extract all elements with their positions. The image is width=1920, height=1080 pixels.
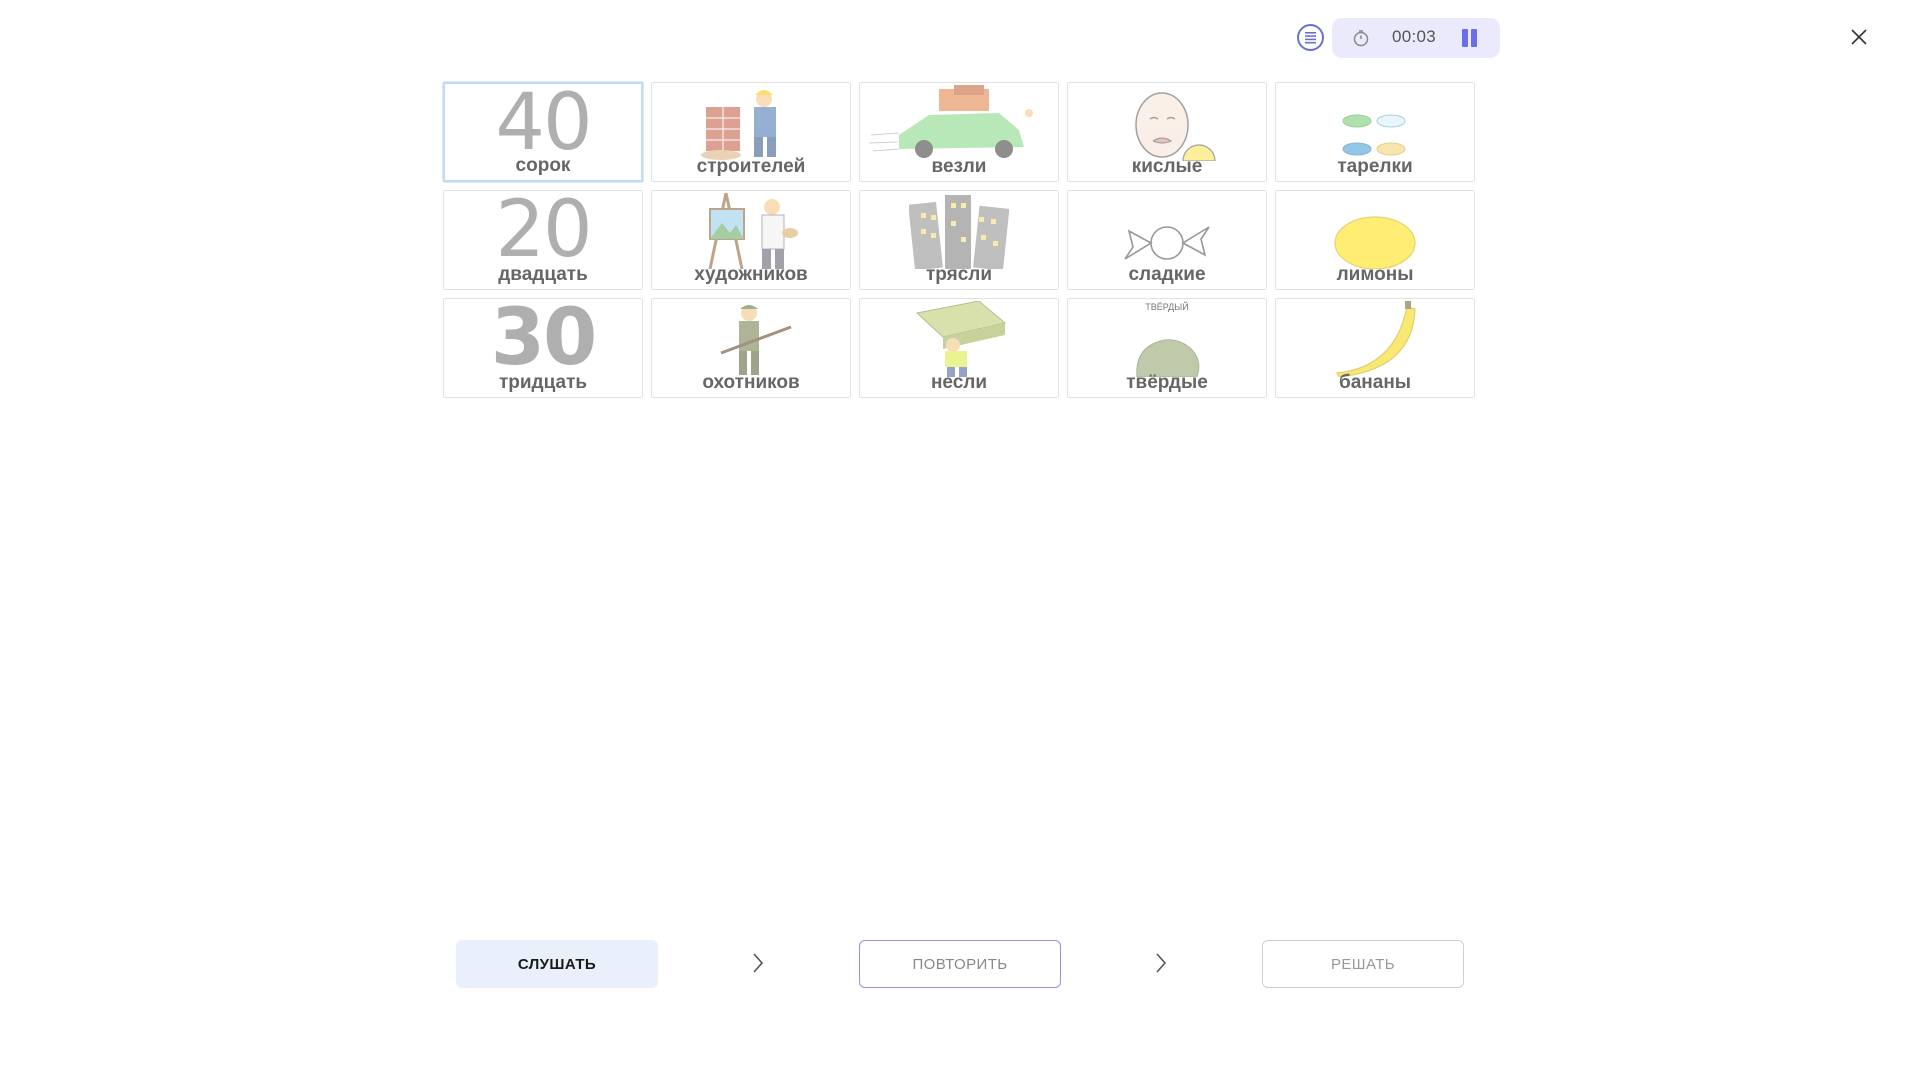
- candy-icon: [1068, 191, 1266, 269]
- hunter-icon: [652, 299, 850, 377]
- word-card[interactable]: строителей: [651, 82, 851, 182]
- loaded-car-icon: [860, 83, 1058, 161]
- card-label: охотников: [702, 372, 800, 393]
- card-label: лимоны: [1336, 264, 1414, 285]
- card-label: тридцать: [498, 372, 588, 393]
- word-card[interactable]: ТВЁРДЫЙ твёрдые: [1067, 298, 1267, 398]
- card-label: строителей: [696, 156, 806, 177]
- repeat-button[interactable]: ПОВТОРИТЬ: [859, 940, 1061, 988]
- word-card-grid: 40 сорок строителей везли кислые тарелки…: [443, 82, 1475, 398]
- card-label: художников: [694, 264, 808, 285]
- card-label: сорок: [515, 155, 571, 176]
- card-label: кислые: [1131, 156, 1203, 177]
- word-card[interactable]: бананы: [1275, 298, 1475, 398]
- plates-icon: [1276, 83, 1474, 161]
- builder-icon: [652, 83, 850, 161]
- chevron-right-icon: [753, 953, 764, 973]
- card-label: сладкие: [1128, 264, 1206, 285]
- lemon-icon: [1276, 191, 1474, 269]
- banana-icon: [1276, 299, 1474, 377]
- card-caption: ТВЁРДЫЙ: [1145, 302, 1189, 312]
- number-30-image: 30: [490, 298, 598, 383]
- artist-icon: [652, 191, 850, 269]
- word-card[interactable]: 40 сорок: [443, 82, 643, 182]
- carrying-box-icon: [860, 299, 1058, 377]
- timer-panel: 00:03: [1332, 18, 1500, 58]
- word-card[interactable]: художников: [651, 190, 851, 290]
- card-label: тарелки: [1337, 156, 1413, 177]
- card-label: двадцать: [498, 264, 588, 285]
- close-icon[interactable]: [1846, 24, 1872, 50]
- solve-button[interactable]: РЕШАТЬ: [1262, 940, 1464, 988]
- chevron-right-icon: [1156, 953, 1167, 973]
- card-label: бананы: [1338, 372, 1412, 393]
- list-icon: [1305, 32, 1316, 44]
- pause-button[interactable]: [1460, 29, 1480, 47]
- word-card[interactable]: лимоны: [1275, 190, 1475, 290]
- number-40-image: 40: [495, 82, 592, 168]
- shaking-buildings-icon: [860, 191, 1058, 269]
- word-card[interactable]: 30 тридцать: [443, 298, 643, 398]
- word-card[interactable]: трясли: [859, 190, 1059, 290]
- pause-icon: [1462, 29, 1468, 47]
- word-card[interactable]: везли: [859, 82, 1059, 182]
- stopwatch-icon: [1353, 30, 1369, 47]
- sour-face-icon: [1068, 83, 1266, 161]
- timer-value: 00:03: [1392, 27, 1437, 46]
- listen-button[interactable]: СЛУШАТЬ: [456, 940, 658, 988]
- word-card[interactable]: сладкие: [1067, 190, 1267, 290]
- word-card[interactable]: несли: [859, 298, 1059, 398]
- menu-button[interactable]: [1297, 24, 1324, 51]
- number-20-image: 20: [495, 190, 592, 275]
- card-label: твёрдые: [1126, 372, 1208, 393]
- word-card[interactable]: 20 двадцать: [443, 190, 643, 290]
- card-label: трясли: [925, 264, 993, 285]
- word-card[interactable]: кислые: [1067, 82, 1267, 182]
- word-card[interactable]: охотников: [651, 298, 851, 398]
- card-label: везли: [931, 156, 987, 177]
- word-card[interactable]: тарелки: [1275, 82, 1475, 182]
- card-label: несли: [930, 372, 988, 393]
